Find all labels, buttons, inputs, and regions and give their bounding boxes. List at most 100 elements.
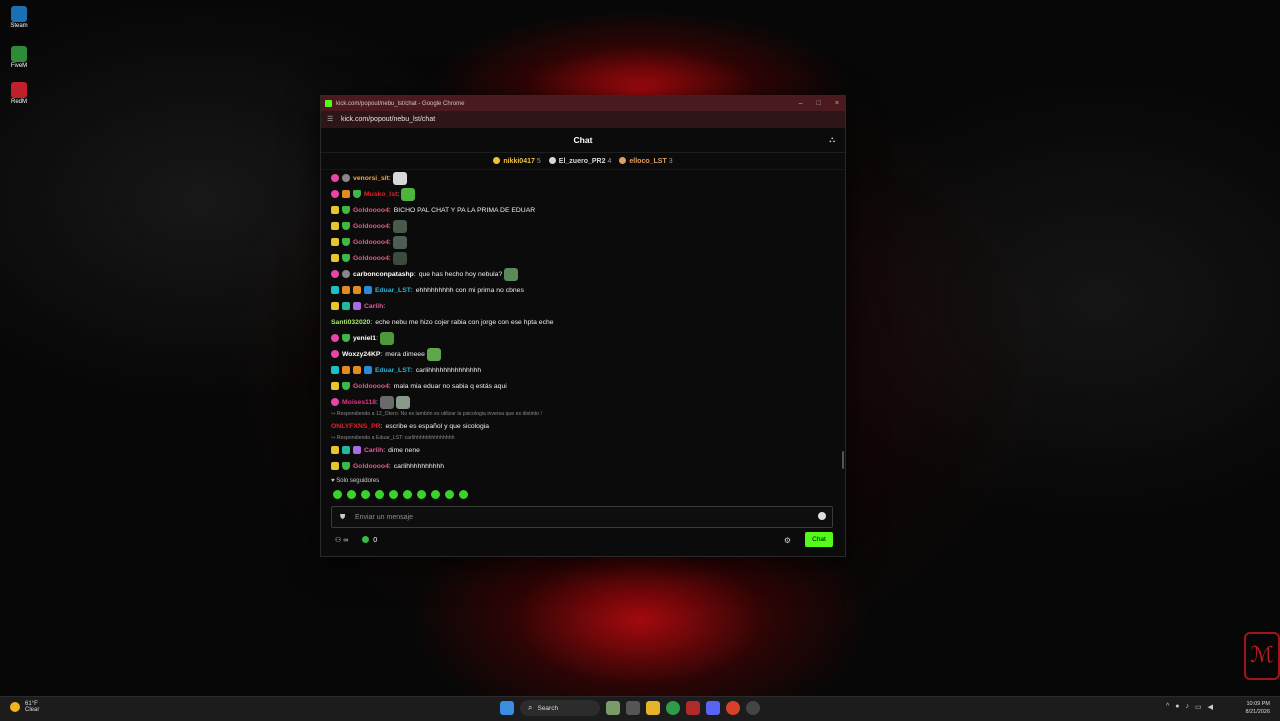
user-badge-icon	[342, 366, 350, 374]
chat-username[interactable]: Goldoooo4	[353, 239, 389, 246]
chat-username[interactable]: Carlih	[364, 303, 383, 310]
user-badge-icon	[342, 286, 350, 294]
chat-message: Goldoooo4:	[331, 250, 831, 266]
chat-username[interactable]: yeniel1	[353, 335, 376, 342]
emote-image[interactable]	[392, 219, 407, 233]
channel-points-infinity[interactable]: ⚇ ∞	[335, 536, 348, 544]
close-button[interactable]: ×	[835, 96, 839, 111]
chat-username[interactable]: ONLYFXNS_PR	[331, 423, 381, 430]
file-explorer-icon[interactable]	[646, 701, 660, 715]
maximize-button[interactable]: □	[817, 96, 821, 111]
chat-message-text: escribe es español y que sicologia	[385, 422, 490, 430]
reply-context[interactable]: ↪ Respondiendo a Eduar_LST: carlihhhhhhh…	[331, 434, 831, 442]
chat-username[interactable]: Woxzy24KP	[342, 351, 380, 358]
user-badge-icon	[331, 398, 339, 406]
chat-username[interactable]: Goldoooo4	[353, 383, 389, 390]
chat-username[interactable]: venorsi_slt	[353, 175, 389, 182]
users-icon[interactable]: ⛬	[829, 128, 835, 152]
settings-gear-icon[interactable]: ⚙	[784, 536, 791, 545]
emote-button[interactable]	[445, 490, 454, 499]
address-bar[interactable]: ☰ kick.com/popout/nebu_lst/chat	[321, 111, 845, 128]
emote-button[interactable]	[333, 490, 342, 499]
message-input-placeholder: Enviar un mensaje	[355, 513, 413, 521]
user-badge-icon	[342, 302, 350, 310]
chat-username[interactable]: carbonconpatashp	[353, 271, 414, 278]
microphone-icon[interactable]: ♪	[1186, 703, 1190, 711]
app-icon[interactable]	[686, 701, 700, 715]
chrome-popout-window: kick.com/popout/nebu_lst/chat - Google C…	[320, 95, 846, 557]
user-badge-icon	[331, 270, 339, 278]
username-separator: :	[388, 222, 391, 230]
send-chat-button[interactable]: Chat	[805, 532, 833, 547]
scrollbar[interactable]	[842, 451, 844, 469]
chat-message: Moises118:	[331, 394, 831, 410]
chat-message: Goldoooo4:	[331, 218, 831, 234]
minimize-button[interactable]: –	[799, 96, 803, 111]
chat-username[interactable]: Santi032020	[331, 319, 370, 326]
points-counter[interactable]: 0	[362, 536, 377, 544]
emote-image[interactable]	[392, 251, 407, 265]
emote-image[interactable]	[395, 395, 410, 409]
taskbar: 61°F Clear ⌕ Search ^ ● ♪ ▭ ◀ 10:09 PM 8/…	[0, 696, 1280, 721]
user-badge-icon	[353, 446, 361, 454]
chat-username[interactable]: Goldoooo4	[353, 223, 389, 230]
chat-messages: venorsi_slt: Musko_lst: Goldoooo4: BICHO PA…	[331, 170, 831, 474]
chat-message: yeniel1:	[331, 330, 831, 346]
emote-image[interactable]	[392, 171, 407, 185]
clock-time: 10:09 PM	[1246, 701, 1270, 707]
emote-image[interactable]	[426, 347, 441, 361]
chrome-icon[interactable]	[666, 701, 680, 715]
reply-context[interactable]: ↪ Respondiendo a 12_Otero: No es lambón …	[331, 410, 831, 418]
emote-button[interactable]	[431, 490, 440, 499]
chat-username[interactable]: Eduar_LST	[375, 367, 411, 374]
desktop-shortcut[interactable]: FiveM	[4, 46, 34, 69]
emote-image[interactable]	[401, 187, 416, 201]
emote-button[interactable]	[389, 490, 398, 499]
chat-username[interactable]: Goldoooo4	[353, 463, 389, 470]
chevron-up-icon[interactable]: ^	[1166, 703, 1169, 711]
weather-widget[interactable]: 61°F Clear	[10, 701, 39, 713]
chat-username[interactable]: Goldoooo4	[353, 207, 389, 214]
rockstar-icon[interactable]	[746, 701, 760, 715]
top-gifter[interactable]: El_zuero_PR2 4	[548, 157, 611, 165]
top-gifter[interactable]: nikki0417 5	[493, 157, 541, 165]
username-separator: :	[376, 334, 378, 342]
chat-username[interactable]: Goldoooo4	[353, 255, 389, 262]
search-highlight-icon[interactable]	[606, 701, 620, 715]
chat-username[interactable]: Carlih	[364, 447, 383, 454]
message-input[interactable]: ⛊ Enviar un mensaje	[331, 506, 833, 528]
display-icon[interactable]: ▭	[1195, 703, 1202, 711]
emote-image[interactable]	[504, 267, 519, 281]
emote-image[interactable]	[379, 331, 394, 345]
emote-button[interactable]	[375, 490, 384, 499]
clock[interactable]: 10:09 PM 8/21/2026	[1246, 700, 1270, 716]
username-separator: :	[388, 254, 391, 262]
chat-username[interactable]: Musko_lst	[364, 191, 397, 198]
app-tray-icon[interactable]: ●	[1175, 703, 1179, 711]
emoji-picker-icon[interactable]	[818, 512, 826, 520]
volume-icon[interactable]: ◀	[1208, 703, 1213, 711]
user-badge-icon	[331, 446, 339, 454]
emote-button[interactable]	[361, 490, 370, 499]
emote-button[interactable]	[459, 490, 468, 499]
emote-button[interactable]	[347, 490, 356, 499]
chat-username[interactable]: Eduar_LST	[375, 287, 411, 294]
emote-image[interactable]	[379, 395, 394, 409]
chat-username[interactable]: Moises118	[342, 399, 376, 406]
desktop-shortcut[interactable]: Steam	[4, 6, 34, 29]
user-badge-icon	[342, 238, 350, 246]
site-settings-icon[interactable]: ☰	[327, 116, 335, 123]
chat-message: Musko_lst:	[331, 186, 831, 202]
search-box[interactable]: ⌕ Search	[520, 700, 600, 716]
task-view-icon[interactable]	[626, 701, 640, 715]
username-separator: :	[383, 446, 386, 454]
discord-icon[interactable]	[706, 701, 720, 715]
emote-image[interactable]	[392, 235, 407, 249]
emote-button[interactable]	[417, 490, 426, 499]
emote-button[interactable]	[403, 490, 412, 499]
chrome-active-icon[interactable]	[726, 701, 740, 715]
desktop-shortcut[interactable]: RedM	[4, 82, 34, 105]
user-badge-icon	[353, 190, 361, 198]
windows-start-icon[interactable]	[500, 701, 514, 715]
top-gifter[interactable]: elloco_LST 3	[619, 157, 673, 165]
